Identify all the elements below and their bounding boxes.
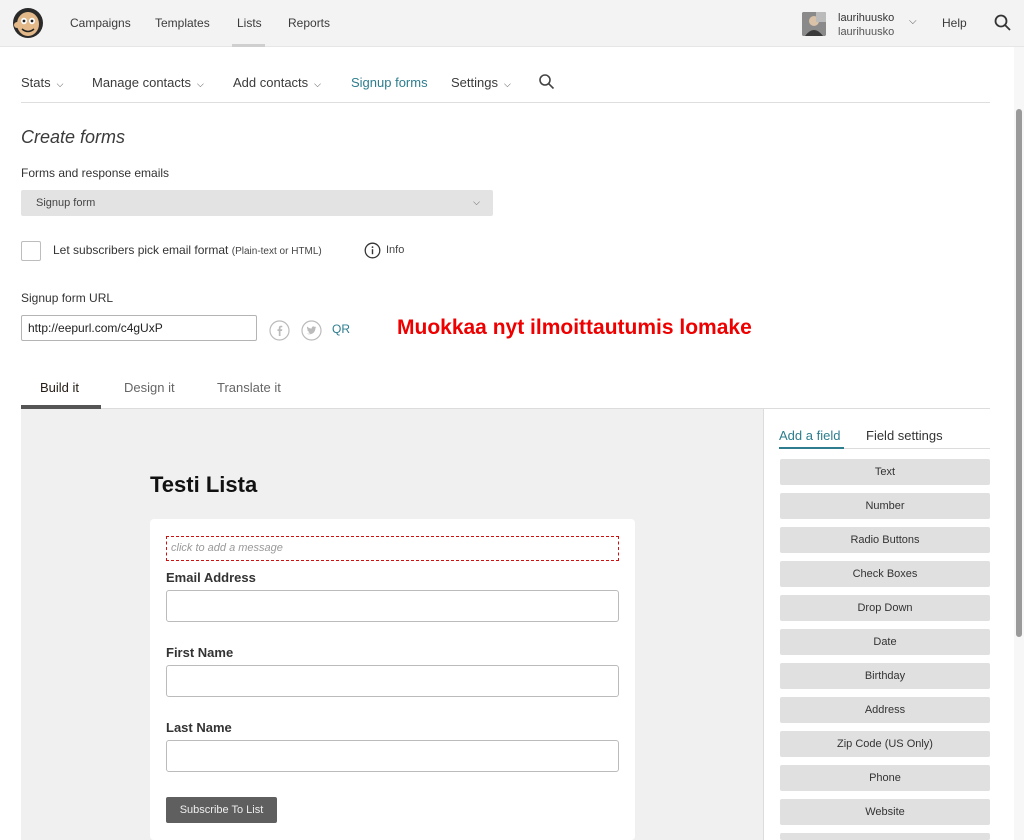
first-name-field[interactable] <box>166 665 619 697</box>
pick-format-note: (Plain-text or HTML) <box>231 246 322 257</box>
forms-select[interactable]: Signup form ⌵ <box>21 190 493 216</box>
add-field-text-button[interactable]: Text <box>780 459 990 485</box>
add-field-date-button[interactable]: Date <box>780 629 990 655</box>
pick-format-label: Let subscribers pick email format (Plain… <box>53 243 322 257</box>
add-field-website-button[interactable]: Website <box>780 799 990 825</box>
subnav-stats[interactable]: Stats ⌵ <box>21 75 63 90</box>
subnav-stats-label: Stats <box>21 75 51 90</box>
top-bar: Campaigns Templates Lists Reports laurih… <box>0 0 1024 47</box>
divider <box>21 102 990 103</box>
add-field-radio-buttons-button[interactable]: Radio Buttons <box>780 527 990 553</box>
facebook-icon[interactable] <box>269 320 290 341</box>
mailchimp-logo-icon[interactable] <box>12 7 44 39</box>
topnav-templates[interactable]: Templates <box>155 16 210 30</box>
page-title: Create forms <box>21 127 126 147</box>
add-field-number-button[interactable]: Number <box>780 493 990 519</box>
topnav-reports[interactable]: Reports <box>288 16 330 30</box>
pick-format-checkbox[interactable] <box>21 241 41 261</box>
tab-translate-it[interactable]: Translate it <box>217 380 281 395</box>
chevron-down-icon: ⌵ <box>56 79 64 89</box>
help-link[interactable]: Help <box>942 16 967 30</box>
last-name-field[interactable] <box>166 740 619 772</box>
message-placeholder-text: click to add a message <box>171 542 283 554</box>
scrollbar-thumb[interactable] <box>1016 109 1022 637</box>
tab-design-it[interactable]: Design it <box>124 380 175 395</box>
user-menu[interactable]: laurihuusko laurihuusko <box>838 11 894 39</box>
pick-format-text: Let subscribers pick email format <box>53 243 229 257</box>
url-label: Signup form URL <box>21 291 114 305</box>
user-name: laurihuusko <box>838 12 895 24</box>
search-icon[interactable] <box>538 73 556 91</box>
chevron-down-icon: ⌵ <box>473 197 480 207</box>
avatar[interactable] <box>802 12 826 36</box>
message-placeholder[interactable]: click to add a message <box>166 536 619 561</box>
user-photo-icon <box>802 12 826 36</box>
annotation-overlay: Muokkaa nyt ilmoittautumis lomake <box>397 316 752 339</box>
topnav-lists[interactable]: Lists <box>237 16 262 30</box>
tab-build-it[interactable]: Build it <box>40 380 79 395</box>
subnav-add-contacts-label: Add contacts <box>233 75 309 90</box>
tab-add-a-field[interactable]: Add a field <box>779 428 840 443</box>
page-scrollbar[interactable] <box>1014 47 1024 840</box>
subscribe-button[interactable]: Subscribe To List <box>166 797 277 823</box>
form-title[interactable]: Testi Lista <box>150 472 257 498</box>
subnav-add-contacts[interactable]: Add contacts ⌵ <box>233 75 321 90</box>
field-label-first-name[interactable]: First Name <box>166 645 233 660</box>
twitter-icon[interactable] <box>301 320 322 341</box>
add-field-check-boxes-button[interactable]: Check Boxes <box>780 561 990 587</box>
subnav-settings-label: Settings <box>451 75 498 90</box>
chevron-down-icon: ⌵ <box>503 79 511 89</box>
forms-label: Forms and response emails <box>21 166 170 180</box>
panel-divider <box>763 409 764 840</box>
user-account: laurihuusko <box>838 26 895 38</box>
active-tab-indicator <box>779 447 844 449</box>
chevron-down-icon: ⌵ <box>314 79 321 89</box>
add-field-zip-code-button[interactable]: Zip Code (US Only) <box>780 731 990 757</box>
add-field-more-button[interactable] <box>780 833 990 840</box>
tab-field-settings[interactable]: Field settings <box>866 428 943 443</box>
info-link[interactable]: Info <box>386 244 404 256</box>
add-field-address-button[interactable]: Address <box>780 697 990 723</box>
field-label-last-name[interactable]: Last Name <box>166 720 232 735</box>
add-field-phone-button[interactable]: Phone <box>780 765 990 791</box>
subnav-settings[interactable]: Settings ⌵ <box>451 75 511 90</box>
search-icon[interactable] <box>993 13 1013 33</box>
qr-link[interactable]: QR <box>332 322 350 336</box>
add-field-birthday-button[interactable]: Birthday <box>780 663 990 689</box>
signup-url-field[interactable] <box>21 315 257 341</box>
chevron-down-icon: ⌵ <box>197 79 204 89</box>
subnav-manage-contacts[interactable]: Manage contacts ⌵ <box>92 75 204 90</box>
topnav-campaigns[interactable]: Campaigns <box>70 16 131 30</box>
add-field-drop-down-button[interactable]: Drop Down <box>780 595 990 621</box>
email-field[interactable] <box>166 590 619 622</box>
subnav-signup-forms[interactable]: Signup forms <box>351 75 428 90</box>
chevron-down-icon[interactable]: ⌵ <box>909 16 917 27</box>
subnav-manage-contacts-label: Manage contacts <box>92 75 192 90</box>
forms-select-value: Signup form <box>36 197 96 209</box>
field-label-email[interactable]: Email Address <box>166 570 256 585</box>
info-icon[interactable] <box>364 242 381 259</box>
topnav-active-indicator <box>232 44 265 47</box>
